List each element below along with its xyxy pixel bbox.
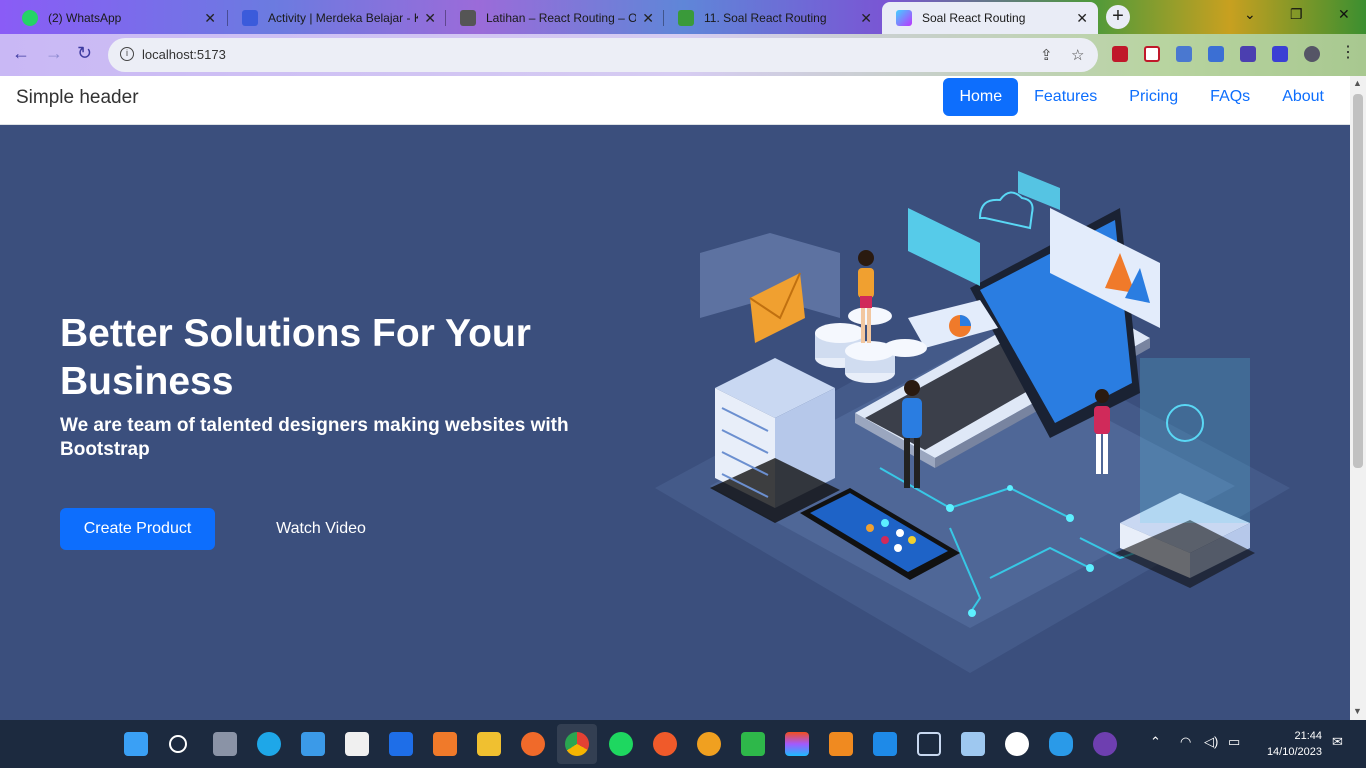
hero-title: Better Solutions For Your Business (60, 312, 531, 403)
chrome-icon[interactable] (565, 732, 589, 756)
virtualbox-icon[interactable] (917, 732, 941, 756)
postman-icon[interactable] (653, 732, 677, 756)
page-scrollbar[interactable]: ▲ ▼ (1350, 76, 1366, 720)
restore-icon[interactable]: ❐ (1290, 6, 1303, 23)
extension-icon[interactable] (1176, 46, 1192, 62)
close-icon[interactable]: ✕ (1076, 10, 1088, 26)
server-rack-left (710, 358, 840, 523)
side-panel-icon[interactable] (1272, 46, 1288, 62)
app-icon[interactable] (1049, 732, 1073, 756)
site-info-icon[interactable]: i (120, 47, 134, 61)
nav-pricing[interactable]: Pricing (1113, 78, 1194, 116)
spotify-icon[interactable] (609, 732, 633, 756)
brand[interactable]: Simple header (16, 87, 139, 109)
tab-latihan[interactable]: Latihan – React Routing – O ✕ (446, 2, 664, 34)
close-icon[interactable]: ✕ (204, 10, 216, 26)
search-icon[interactable] (169, 735, 187, 753)
cloud-outline (978, 191, 1034, 230)
scroll-down-icon[interactable]: ▼ (1353, 706, 1362, 716)
tab-soal-react-routing[interactable]: Soal React Routing ✕ (882, 2, 1098, 34)
hero-subtitle: We are team of talented designers making… (60, 415, 569, 460)
figma-icon[interactable] (785, 732, 809, 756)
create-product-button[interactable]: Create Product (60, 508, 215, 550)
nav-home[interactable]: Home (943, 78, 1019, 116)
cube-app-icon[interactable] (961, 732, 985, 756)
forward-icon[interactable]: → (45, 43, 63, 64)
kampus-merdeka-icon (242, 10, 258, 26)
browser-tab-bar: (2) WhatsApp ✕ Activity | Merdeka Belaja… (0, 0, 1366, 34)
site-header: Simple header Home Features Pricing FAQs… (0, 76, 1350, 125)
app-icon[interactable] (697, 732, 721, 756)
vscode-icon[interactable] (873, 732, 897, 756)
menu-dots-icon[interactable]: ⋮ (1340, 42, 1356, 62)
address-bar[interactable]: i localhost:5173 ⇪ ☆ (108, 38, 1098, 72)
volume-icon[interactable]: ◁) (1204, 734, 1218, 750)
browser-toolbar: ← → ↻ i localhost:5173 ⇪ ☆ ⋮ (0, 34, 1366, 76)
edge-icon[interactable] (257, 732, 281, 756)
page-viewport: Simple header Home Features Pricing FAQs… (0, 76, 1350, 720)
chevron-down-icon[interactable]: ⌄ (1244, 6, 1256, 23)
scroll-up-icon[interactable]: ▲ (1353, 78, 1362, 88)
bookmark-star-icon[interactable]: ☆ (1071, 46, 1084, 64)
scrollbar-thumb[interactable] (1353, 94, 1363, 468)
extensions-puzzle-icon[interactable] (1240, 46, 1256, 62)
url-text[interactable]: localhost:5173 (142, 47, 226, 62)
battery-icon[interactable]: ▭ (1228, 734, 1240, 750)
tab-merdeka[interactable]: Activity | Merdeka Belajar - K ✕ (228, 2, 446, 34)
mcafee-extension-icon[interactable] (1112, 46, 1128, 62)
back-icon[interactable]: ← (12, 43, 30, 64)
dropbox-icon[interactable] (389, 732, 413, 756)
close-window-icon[interactable]: ✕ (1338, 6, 1350, 23)
wifi-icon[interactable]: ◠ (1180, 734, 1191, 750)
windows-taskbar: ⌃ ◠ ◁) ▭ 21:44 14/10/2023 ✉ (0, 720, 1366, 768)
windows-start-icon[interactable] (124, 732, 148, 756)
notification-icon[interactable]: ✉ (1332, 734, 1343, 750)
main-nav: Home Features Pricing FAQs About (943, 78, 1340, 116)
book-icon (678, 10, 694, 26)
task-view-icon[interactable] (213, 732, 237, 756)
firefox-icon[interactable] (521, 732, 545, 756)
profile-avatar[interactable] (1304, 46, 1320, 62)
notes-icon[interactable] (741, 732, 765, 756)
tab-whatsapp[interactable]: (2) WhatsApp ✕ (8, 2, 226, 34)
nav-features[interactable]: Features (1018, 78, 1113, 116)
file-explorer-icon[interactable] (477, 732, 501, 756)
nav-about[interactable]: About (1266, 78, 1340, 116)
clock-time: 21:44 (1294, 730, 1322, 742)
whatsapp-icon (22, 10, 38, 26)
sublime-merge-icon[interactable] (829, 732, 853, 756)
mail-icon[interactable] (301, 732, 325, 756)
share-icon[interactable]: ⇪ (1040, 46, 1053, 64)
close-icon[interactable]: ✕ (424, 10, 436, 26)
clock-date: 14/10/2023 (1266, 746, 1322, 758)
extension-icon[interactable] (1208, 46, 1224, 62)
vite-icon (896, 10, 912, 26)
amazon-icon[interactable] (345, 732, 369, 756)
nav-faqs[interactable]: FAQs (1194, 78, 1266, 116)
github-desktop-icon[interactable] (1093, 732, 1117, 756)
watch-video-button[interactable]: Watch Video (256, 508, 386, 550)
close-icon[interactable]: ✕ (642, 10, 654, 26)
one-icon (460, 10, 476, 26)
system-clock[interactable]: 21:44 14/10/2023 (1267, 728, 1322, 760)
hero-illustration (655, 171, 1290, 673)
close-icon[interactable]: ✕ (860, 10, 872, 26)
new-tab-button[interactable]: + (1106, 5, 1130, 29)
extension-icon[interactable] (1144, 46, 1160, 62)
xampp-icon[interactable] (433, 732, 457, 756)
chevron-up-icon[interactable]: ⌃ (1150, 734, 1161, 750)
reload-icon[interactable]: ↻ (77, 43, 92, 64)
word-app-icon[interactable] (1005, 732, 1029, 756)
tab-soal-11[interactable]: 11. Soal React Routing ✕ (664, 2, 882, 34)
